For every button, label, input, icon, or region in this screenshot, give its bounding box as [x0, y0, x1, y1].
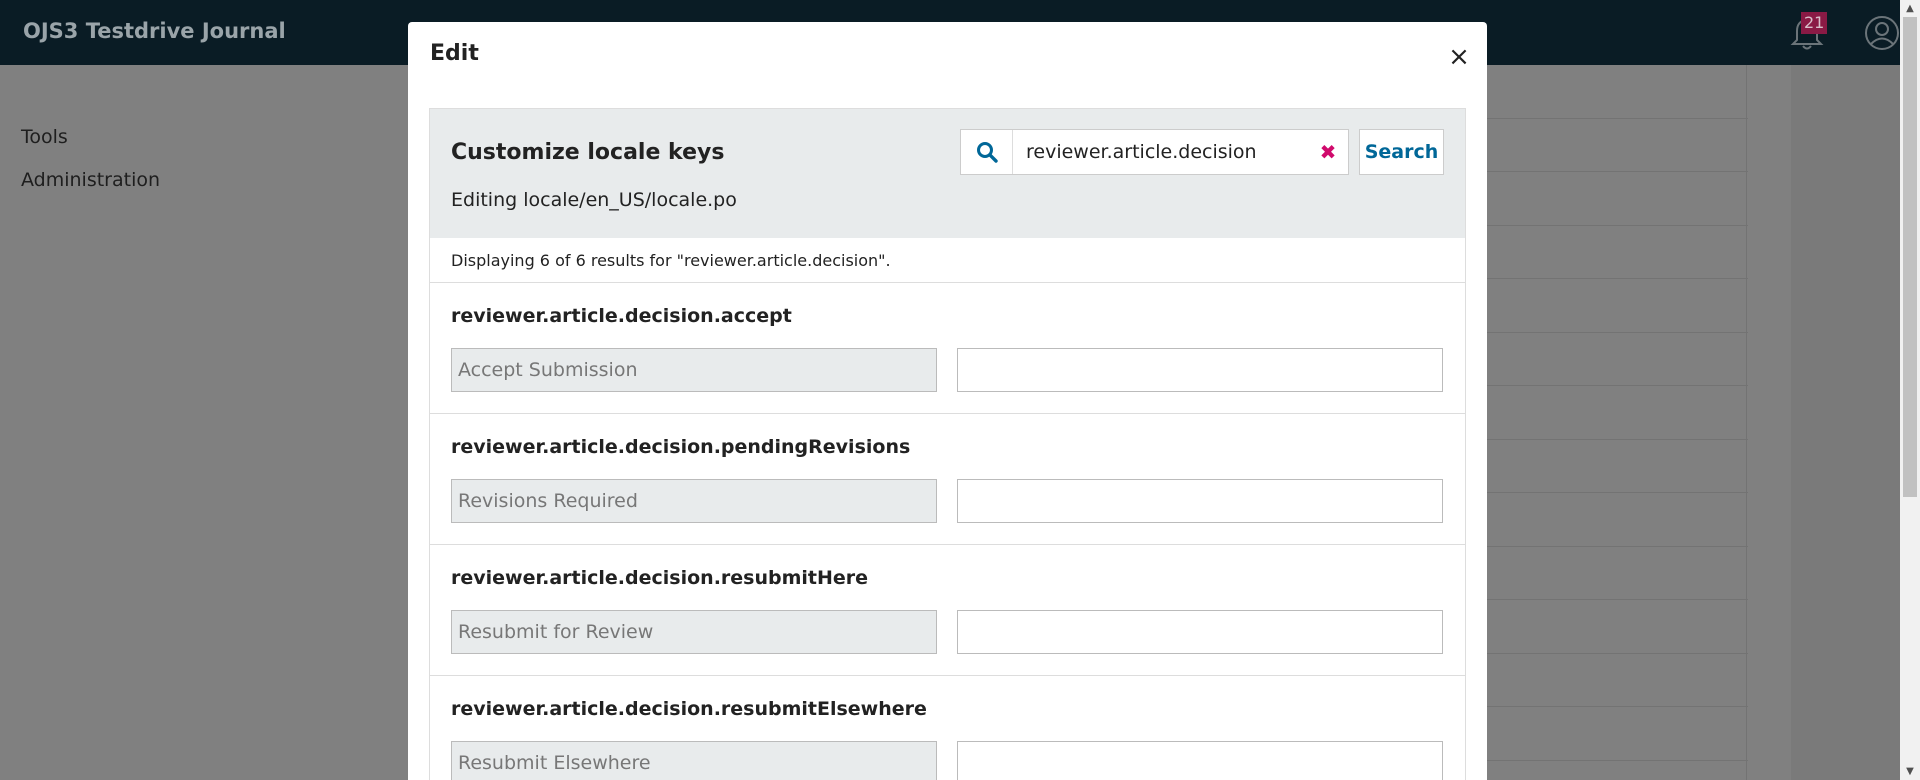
scroll-down-arrow-icon[interactable]: ▼ [1900, 763, 1920, 780]
close-icon[interactable]: × [1444, 42, 1474, 72]
locale-file-label: Editing locale/en_US/locale.po [451, 189, 737, 211]
search-box: ✖ [960, 129, 1349, 175]
default-value: Revisions Required [451, 479, 937, 523]
custom-value-input[interactable] [957, 741, 1443, 780]
user-icon[interactable] [1864, 15, 1900, 51]
default-value: Resubmit for Review [451, 610, 937, 654]
locale-entries: reviewer.article.decision.accept Accept … [430, 283, 1465, 780]
background-table-lines [1450, 65, 1748, 761]
edit-modal: Edit × Customize locale keys Editing loc… [408, 22, 1487, 780]
default-value: Accept Submission [451, 348, 937, 392]
sidebar-item-tools[interactable]: Tools [21, 126, 160, 150]
sidebar-item-administration[interactable]: Administration [21, 169, 160, 193]
locale-entry: reviewer.article.decision.pendingRevisio… [430, 414, 1465, 545]
locale-entry: reviewer.article.decision.accept Accept … [430, 283, 1465, 414]
results-summary: Displaying 6 of 6 results for "reviewer.… [451, 251, 891, 270]
locale-key: reviewer.article.decision.accept [451, 305, 792, 327]
search-icon[interactable] [961, 130, 1013, 174]
notification-badge: 21 [1801, 12, 1828, 34]
locale-entry: reviewer.article.decision.resubmitHere R… [430, 545, 1465, 676]
locale-keys-panel: Customize locale keys Editing locale/en_… [429, 108, 1466, 780]
panel-heading: Customize locale keys [451, 140, 725, 165]
app-title[interactable]: OJS3 Testdrive Journal [23, 19, 286, 43]
sidebar: Tools Administration [21, 126, 160, 212]
clear-icon[interactable]: ✖ [1308, 130, 1348, 174]
page-scrollbar[interactable]: ▲ ▼ [1900, 0, 1920, 780]
custom-value-input[interactable] [957, 610, 1443, 654]
custom-value-input[interactable] [957, 348, 1443, 392]
custom-value-input[interactable] [957, 479, 1443, 523]
locale-key: reviewer.article.decision.resubmitElsewh… [451, 698, 927, 720]
scroll-up-arrow-icon[interactable]: ▲ [1900, 0, 1920, 17]
background-right-column [1791, 65, 1900, 780]
locale-key: reviewer.article.decision.pendingRevisio… [451, 436, 911, 458]
locale-key: reviewer.article.decision.resubmitHere [451, 567, 869, 589]
search-button[interactable]: Search [1359, 129, 1444, 175]
scrollbar-thumb[interactable] [1903, 17, 1917, 497]
search-input[interactable] [1013, 130, 1308, 174]
panel-header: Customize locale keys Editing locale/en_… [430, 109, 1465, 238]
locale-entry: reviewer.article.decision.resubmitElsewh… [430, 676, 1465, 780]
background-divider [1746, 65, 1747, 780]
modal-title: Edit [430, 41, 479, 66]
default-value: Resubmit Elsewhere [451, 741, 937, 780]
results-summary-row: Displaying 6 of 6 results for "reviewer.… [430, 238, 1465, 283]
